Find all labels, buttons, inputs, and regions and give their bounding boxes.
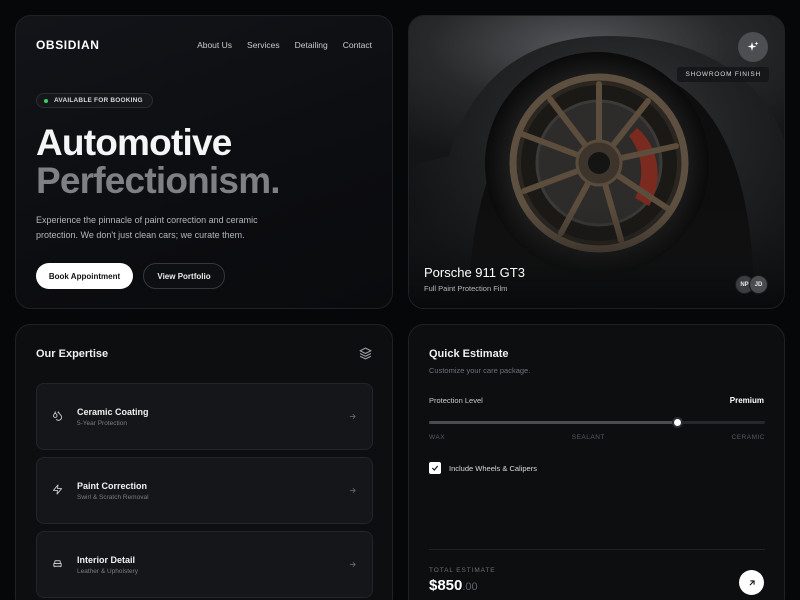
avatar-group: NP JD xyxy=(735,275,768,294)
expertise-card: Our Expertise Ceramic Coating 5-Year Pro… xyxy=(15,324,393,600)
nav-about-us[interactable]: About Us xyxy=(197,40,232,50)
arrow-right-icon xyxy=(349,487,356,494)
droplets-icon xyxy=(52,410,63,421)
protection-level-slider[interactable] xyxy=(429,417,765,428)
total-dollars: $850 xyxy=(429,577,463,594)
submit-estimate-button[interactable] xyxy=(739,570,764,595)
nav-services[interactable]: Services xyxy=(247,40,280,50)
car-showcase-card: SHOWROOM FINISH Porsche 911 GT3 Full Pai… xyxy=(408,15,785,309)
total-estimate-value: $850.00 xyxy=(429,577,478,594)
service-title: Interior Detail xyxy=(77,555,136,565)
car-name: Porsche 911 GT3 xyxy=(424,265,525,280)
total-estimate-label: TOTAL ESTIMATE xyxy=(429,567,496,574)
hero-title: Automotive Perfectionism. xyxy=(36,122,281,201)
protection-level-value: Premium xyxy=(729,396,764,405)
slider-fill xyxy=(429,421,678,424)
nav-detailing[interactable]: Detailing xyxy=(295,40,328,50)
slider-thumb[interactable] xyxy=(672,417,684,428)
view-portfolio-button[interactable]: View Portfolio xyxy=(143,263,225,289)
hero-description: Experience the pinnacle of paint correct… xyxy=(36,215,258,240)
estimate-card: Quick Estimate Customize your care packa… xyxy=(408,324,785,600)
sparkle-button[interactable] xyxy=(738,32,768,62)
brand-logo[interactable]: OBSIDIAN xyxy=(36,38,99,52)
divider xyxy=(429,549,765,550)
car-subtitle: Full Paint Protection Film xyxy=(424,284,508,293)
availability-badge-label: AVAILABLE FOR BOOKING xyxy=(54,97,143,104)
car-seat-icon xyxy=(53,560,62,568)
showroom-finish-tag: SHOWROOM FINISH xyxy=(677,67,769,82)
hero-card: OBSIDIAN About Us Services Detailing Con… xyxy=(15,15,393,309)
hero-title-line2: Perfectionism. xyxy=(36,160,281,201)
expertise-title: Our Expertise xyxy=(36,348,109,360)
service-item-ceramic-coating[interactable]: Ceramic Coating 5-Year Protection xyxy=(36,383,373,450)
wheels-calipers-option[interactable]: Include Wheels & Calipers xyxy=(429,462,537,474)
nav-contact[interactable]: Contact xyxy=(343,40,372,50)
tick-ceramic: CERAMIC xyxy=(731,434,765,441)
service-title: Paint Correction xyxy=(77,481,148,491)
availability-badge: AVAILABLE FOR BOOKING xyxy=(36,93,153,108)
main-nav: About Us Services Detailing Contact xyxy=(197,40,372,50)
zap-icon xyxy=(52,484,63,495)
service-item-interior-detail[interactable]: Interior Detail Leather & Upholstery xyxy=(36,531,373,598)
wheels-calipers-checkbox[interactable] xyxy=(429,462,441,474)
arrow-up-right-icon xyxy=(749,579,755,585)
total-cents: .00 xyxy=(462,581,478,593)
estimate-title: Quick Estimate xyxy=(429,348,509,360)
arrow-right-icon xyxy=(349,561,356,568)
layers-icon xyxy=(359,347,372,360)
book-appointment-button[interactable]: Book Appointment xyxy=(36,263,133,289)
tick-sealant: SEALANT xyxy=(571,434,605,441)
estimate-subtitle: Customize your care package. xyxy=(429,366,531,375)
service-subtitle: 5-Year Protection xyxy=(77,420,127,427)
slider-ticks: WAX SEALANT CERAMIC xyxy=(429,434,765,441)
arrow-right-icon xyxy=(349,413,356,420)
protection-level-label: Protection Level xyxy=(429,396,483,405)
service-title: Ceramic Coating xyxy=(77,407,149,417)
service-item-paint-correction[interactable]: Paint Correction Swirl & Scratch Removal xyxy=(36,457,373,524)
wheels-calipers-label: Include Wheels & Calipers xyxy=(449,463,537,473)
check-icon xyxy=(431,465,439,471)
service-subtitle: Swirl & Scratch Removal xyxy=(77,494,149,501)
status-dot-icon xyxy=(44,98,48,103)
service-subtitle: Leather & Upholstery xyxy=(77,568,139,575)
avatar[interactable]: JD xyxy=(749,275,768,294)
tick-wax: WAX xyxy=(429,434,446,441)
hero-title-line1: Automotive xyxy=(36,122,232,163)
sparkle-icon xyxy=(747,41,759,51)
